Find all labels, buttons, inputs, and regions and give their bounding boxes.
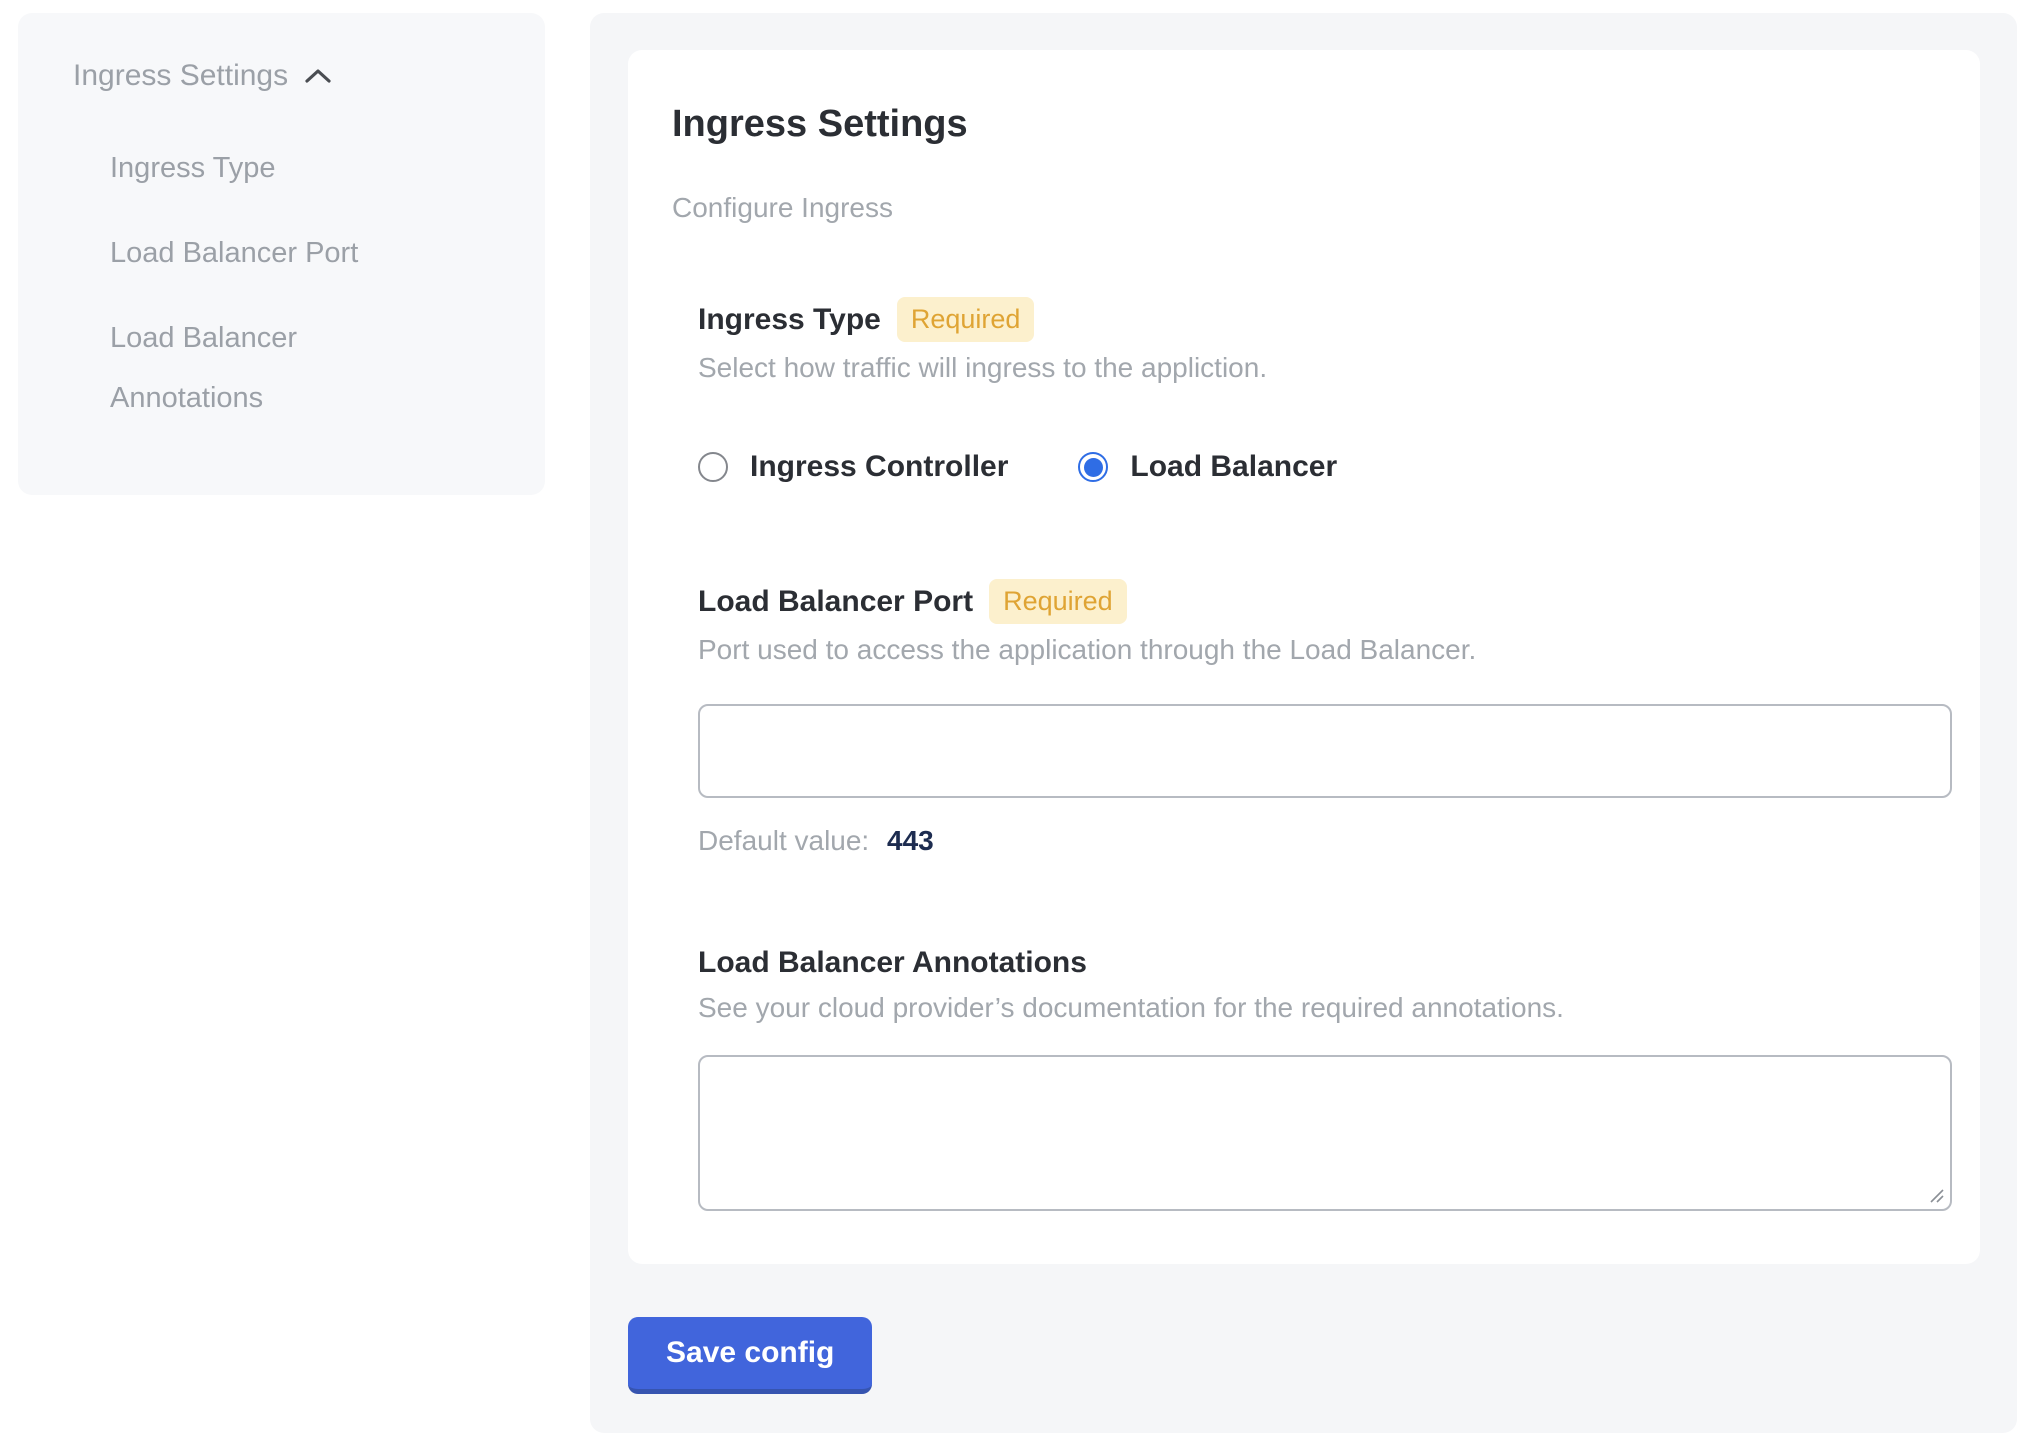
page-title: Ingress Settings	[672, 102, 1952, 146]
field-ingress-type-header: Ingress Type Required	[698, 297, 1952, 342]
field-load-balancer-port-header: Load Balancer Port Required	[698, 579, 1952, 624]
sidebar-section-label: Ingress Settings	[73, 58, 288, 93]
radio-option-load-balancer[interactable]: Load Balancer	[1078, 449, 1337, 485]
field-load-balancer-annotations: Load Balancer Annotations See your cloud…	[698, 944, 1952, 1211]
field-ingress-type: Ingress Type Required Select how traffic…	[698, 297, 1952, 485]
radio-option-label: Load Balancer	[1130, 449, 1337, 485]
field-description-load-balancer-port: Port used to access the application thro…	[698, 633, 1952, 667]
load-balancer-port-input[interactable]	[698, 704, 1952, 798]
sidebar-item-load-balancer-port[interactable]: Load Balancer Port	[110, 223, 440, 283]
default-value-label: Default value:	[698, 825, 869, 856]
sidebar-item-list: Ingress Type Load Balancer Port Load Bal…	[110, 138, 515, 428]
load-balancer-annotations-textarea[interactable]	[698, 1055, 1952, 1211]
default-value: 443	[887, 825, 934, 856]
default-value-line: Default value: 443	[698, 824, 1952, 858]
radio-selected-icon	[1078, 452, 1108, 482]
radio-unselected-icon	[698, 452, 728, 482]
page-subtitle: Configure Ingress	[672, 191, 1952, 225]
field-label-load-balancer-port: Load Balancer Port	[698, 583, 973, 621]
field-label-load-balancer-annotations: Load Balancer Annotations	[698, 944, 1087, 982]
sidebar-section-ingress-settings[interactable]: Ingress Settings	[73, 58, 515, 93]
field-load-balancer-port: Load Balancer Port Required Port used to…	[698, 579, 1952, 858]
sidebar-item-load-balancer-annotations[interactable]: Load Balancer Annotations	[110, 308, 440, 428]
radio-option-ingress-controller[interactable]: Ingress Controller	[698, 449, 1008, 485]
settings-nav-sidebar: Ingress Settings Ingress Type Load Balan…	[18, 13, 545, 495]
chevron-up-icon[interactable]	[304, 67, 332, 85]
field-description-ingress-type: Select how traffic will ingress to the a…	[698, 351, 1952, 385]
save-config-button[interactable]: Save config	[628, 1317, 872, 1394]
sidebar-item-ingress-type[interactable]: Ingress Type	[110, 138, 440, 198]
field-label-ingress-type: Ingress Type	[698, 301, 881, 339]
field-load-balancer-annotations-header: Load Balancer Annotations	[698, 944, 1952, 982]
ingress-settings-card: Ingress Settings Configure Ingress Ingre…	[628, 50, 1980, 1264]
load-balancer-annotations-wrap	[698, 1055, 1952, 1211]
required-badge: Required	[989, 579, 1127, 624]
required-badge: Required	[897, 297, 1035, 342]
settings-panel: Ingress Settings Configure Ingress Ingre…	[590, 13, 2017, 1433]
radio-option-label: Ingress Controller	[750, 449, 1008, 485]
field-description-load-balancer-annotations: See your cloud provider’s documentation …	[698, 991, 1952, 1025]
ingress-type-radio-group: Ingress Controller Load Balancer	[698, 449, 1952, 485]
